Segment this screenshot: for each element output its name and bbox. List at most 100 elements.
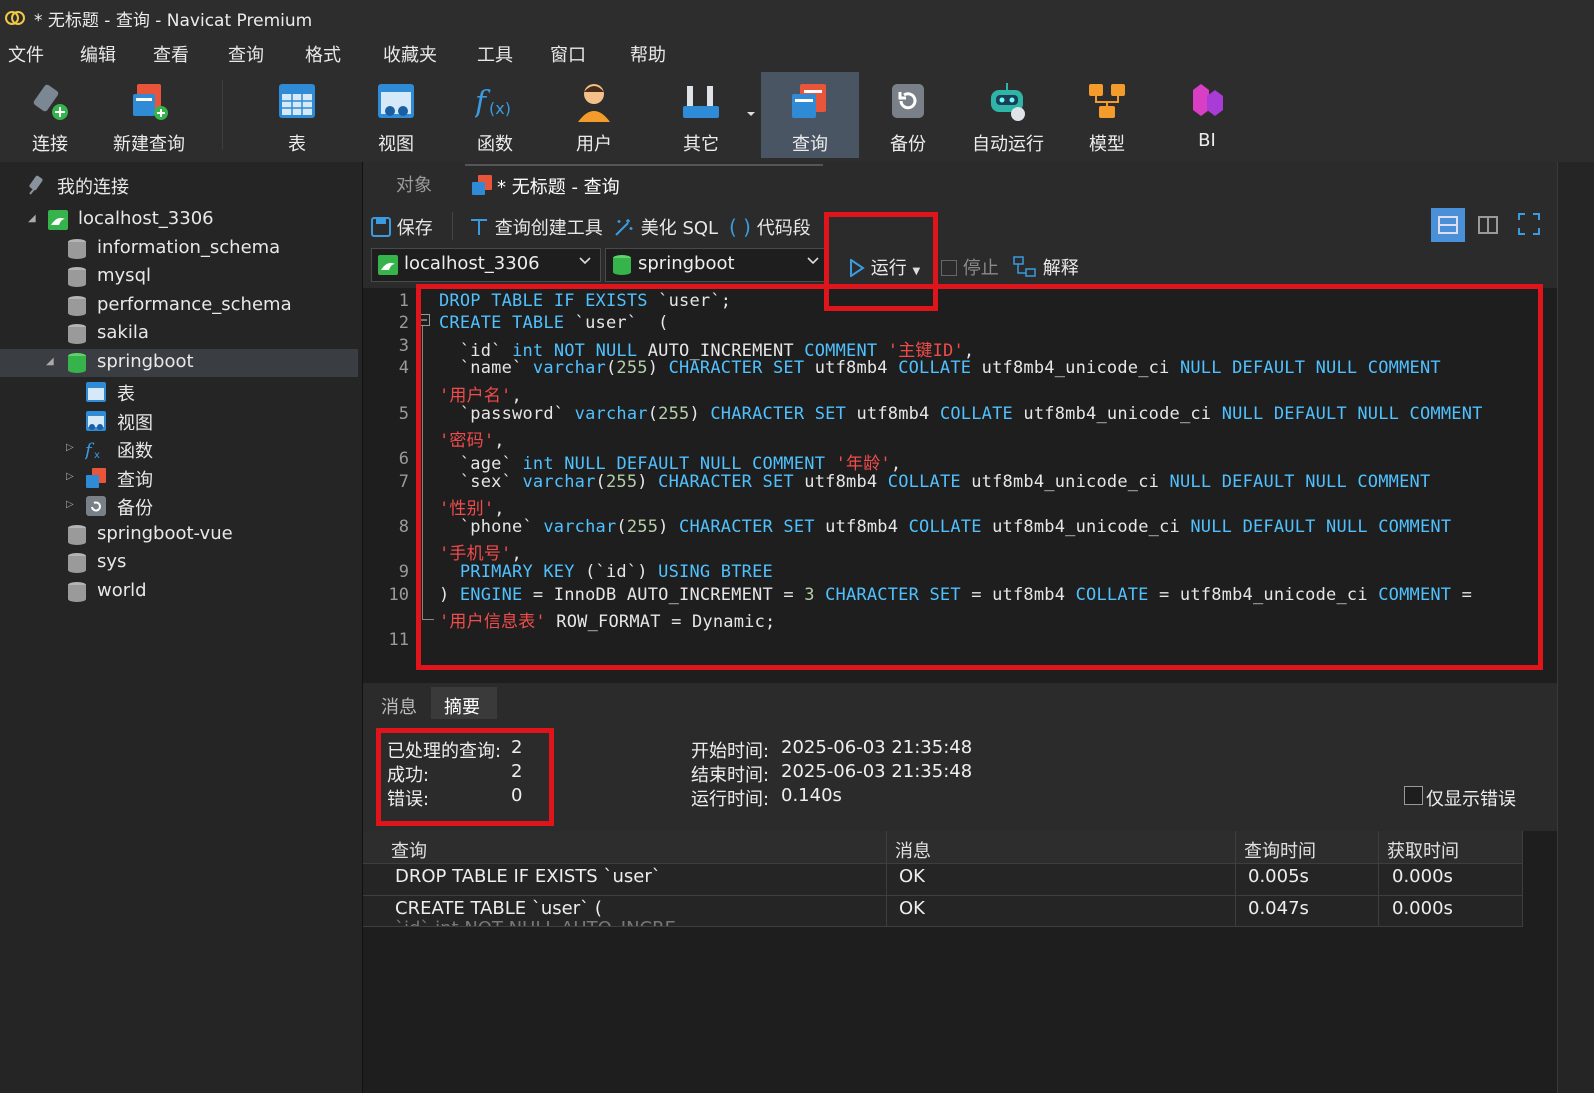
- tree-node-views[interactable]: 视图: [0, 407, 358, 435]
- table-label: 表: [288, 134, 306, 155]
- database-item[interactable]: sakila: [0, 320, 358, 348]
- database-item[interactable]: sys: [0, 549, 358, 577]
- grid-header-query[interactable]: 查询: [391, 837, 427, 863]
- view-button[interactable]: 视图: [351, 72, 441, 158]
- menu-view[interactable]: 查看: [153, 41, 189, 67]
- results-grid: 查询 消息 查询时间 获取时间 DROP TABLE IF EXISTS `us…: [363, 831, 1523, 927]
- grid-cell-query-time[interactable]: 0.005s: [1248, 866, 1309, 887]
- user-button[interactable]: 用户: [549, 72, 639, 158]
- connect-button[interactable]: 连接: [5, 72, 95, 158]
- line-number: 1: [398, 291, 409, 311]
- snippet-button[interactable]: ( ) 代码段: [729, 214, 811, 240]
- snippet-label: 代码段: [756, 218, 811, 239]
- bi-button[interactable]: BI: [1162, 72, 1252, 158]
- grid-cell-fetch-time[interactable]: 0.000s: [1392, 898, 1453, 919]
- fullscreen-button[interactable]: [1517, 212, 1543, 238]
- query-builder-button[interactable]: 查询创建工具: [469, 214, 603, 240]
- automation-button[interactable]: 自动运行: [962, 72, 1054, 158]
- database-item[interactable]: performance_schema: [0, 292, 358, 320]
- menu-format[interactable]: 格式: [305, 41, 341, 67]
- grid-cell-message[interactable]: OK: [899, 866, 925, 887]
- tree-node-label: 函数: [117, 441, 153, 462]
- database-name: mysql: [97, 265, 151, 286]
- database-item[interactable]: world: [0, 578, 358, 606]
- other-dropdown-icon[interactable]: [746, 110, 756, 118]
- tree-node-backups[interactable]: ▷ 备份: [0, 492, 358, 520]
- result-tab-bar: 消息 摘要: [363, 683, 1557, 720]
- line-number-gutter: 1 2 3 4 5 6 7 8 9 10 11: [363, 288, 415, 683]
- layout-side-button[interactable]: [1471, 208, 1505, 242]
- collapse-arrow-icon[interactable]: ◢: [46, 356, 56, 368]
- elapsed-value: 0.140s: [781, 785, 842, 806]
- layout-vertical-icon: [1478, 216, 1498, 234]
- menu-favorites[interactable]: 收藏夹: [383, 41, 437, 67]
- database-name: sakila: [97, 322, 149, 343]
- my-connections-label: 我的连接: [57, 177, 129, 198]
- function-button[interactable]: f (x) 函数: [450, 72, 540, 158]
- other-button[interactable]: 其它: [656, 72, 746, 158]
- database-name: springboot: [97, 351, 194, 372]
- tab-summary[interactable]: 摘要: [431, 687, 497, 719]
- stop-button[interactable]: 停止: [941, 254, 999, 280]
- grid-cell-fetch-time[interactable]: 0.000s: [1392, 866, 1453, 887]
- save-button[interactable]: 保存: [371, 214, 433, 240]
- chevron-down-icon: [579, 257, 591, 265]
- grid-header-query-time[interactable]: 查询时间: [1244, 837, 1316, 863]
- menu-window[interactable]: 窗口: [550, 41, 586, 67]
- tree-node-queries[interactable]: ▷ 查询: [0, 464, 358, 492]
- grid-cell-query[interactable]: CREATE TABLE `user` ( `id` int NOT NULL …: [395, 898, 875, 926]
- grid-cell-query-time[interactable]: 0.047s: [1248, 898, 1309, 919]
- view-label: 视图: [378, 134, 414, 155]
- database-name: springboot-vue: [97, 523, 233, 544]
- tab-objects[interactable]: 对象: [373, 164, 463, 200]
- tab-messages[interactable]: 消息: [369, 687, 431, 719]
- connection-select[interactable]: localhost_3306: [371, 248, 601, 282]
- menu-query[interactable]: 查询: [228, 41, 264, 67]
- elapsed-label: 运行时间:: [691, 789, 770, 810]
- grid-cell-message[interactable]: OK: [899, 898, 925, 919]
- tab-query[interactable]: * 无标题 - 查询: [465, 164, 823, 202]
- errors-only-checkbox[interactable]: [1404, 786, 1423, 805]
- grid-header-fetch-time[interactable]: 获取时间: [1387, 837, 1459, 863]
- expand-arrow-icon[interactable]: ▷: [66, 442, 76, 454]
- query-button[interactable]: 查询: [761, 72, 859, 158]
- database-open-icon: [68, 353, 86, 373]
- model-button[interactable]: 模型: [1062, 72, 1152, 158]
- new-query-button[interactable]: 新建查询: [104, 72, 194, 158]
- line-number: 5: [398, 404, 409, 424]
- right-scrollbar-strip[interactable]: [1557, 162, 1594, 1093]
- expand-arrow-icon[interactable]: ▷: [66, 499, 76, 511]
- database-item[interactable]: springboot-vue: [0, 521, 358, 549]
- explain-button[interactable]: 解释: [1013, 254, 1079, 280]
- chevron-down-icon: [807, 257, 819, 265]
- layout-stacked-button[interactable]: [1431, 208, 1465, 242]
- magic-wand-icon: [615, 219, 633, 236]
- menu-tools[interactable]: 工具: [477, 41, 513, 67]
- backup-button[interactable]: 备份: [863, 72, 953, 158]
- grid-line: [1235, 831, 1236, 927]
- expand-arrow-icon[interactable]: ▷: [66, 471, 76, 483]
- collapse-arrow-icon[interactable]: ◢: [28, 213, 38, 225]
- table-button[interactable]: 表: [252, 72, 342, 158]
- menu-help[interactable]: 帮助: [630, 41, 666, 67]
- database-item[interactable]: mysql: [0, 263, 358, 291]
- database-item[interactable]: information_schema: [0, 235, 358, 263]
- explain-label: 解释: [1042, 258, 1079, 279]
- editor-toolbar: 保存 查询创建工具 美化 SQL ( ) 代码段 localhost_3306 …: [363, 200, 1594, 288]
- connection-localhost[interactable]: ◢ localhost_3306: [0, 206, 358, 234]
- grid-cell-query[interactable]: DROP TABLE IF EXISTS `user`: [395, 866, 661, 887]
- menu-file[interactable]: 文件: [8, 41, 44, 67]
- grid-header-message[interactable]: 消息: [895, 837, 931, 863]
- database-item-selected[interactable]: ◢ springboot: [0, 349, 358, 377]
- grid-line: [886, 831, 887, 927]
- tree-node-tables[interactable]: 表: [0, 378, 358, 406]
- table-icon: [279, 84, 315, 118]
- database-select[interactable]: springboot: [605, 248, 829, 282]
- menu-edit[interactable]: 编辑: [80, 41, 116, 67]
- beautify-sql-button[interactable]: 美化 SQL: [613, 214, 718, 240]
- new-query-icon: [133, 84, 168, 120]
- query-label: 查询: [792, 134, 828, 155]
- tree-node-functions[interactable]: ▷ fx 函数: [0, 435, 358, 463]
- query-icon: [472, 175, 492, 195]
- start-time-value: 2025-06-03 21:35:48: [781, 737, 973, 758]
